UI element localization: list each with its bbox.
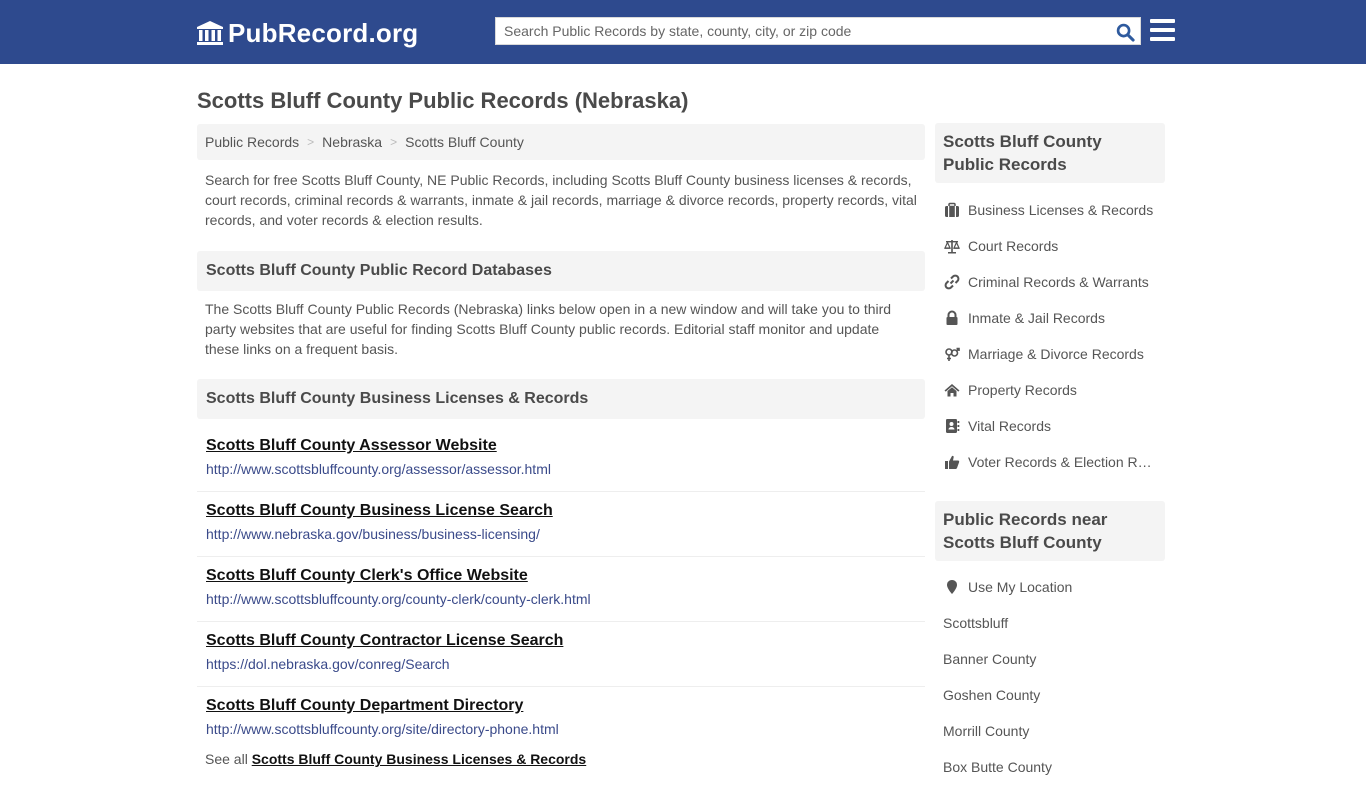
search-button[interactable] (1114, 21, 1136, 43)
breadcrumb-item[interactable]: Nebraska (322, 134, 382, 150)
link-url[interactable]: http://www.scottsbluffcounty.org/site/di… (206, 720, 925, 738)
gender-icon (943, 346, 961, 362)
briefcase-icon (943, 202, 961, 218)
link-item: Scotts Bluff County Contractor License S… (197, 622, 925, 687)
map-marker-icon (943, 579, 961, 595)
sidebar-item-business[interactable]: Business Licenses & Records (943, 192, 1165, 228)
sidebar-item-property[interactable]: Property Records (943, 372, 1165, 408)
sidebar-item-label: Business Licenses & Records (968, 202, 1154, 218)
link-title[interactable]: Scotts Bluff County Department Directory (206, 696, 523, 716)
hamburger-menu-button[interactable] (1150, 19, 1175, 42)
sidebar-item-criminal[interactable]: Criminal Records & Warrants (943, 264, 1165, 300)
sidebar-records-list: Business Licenses & Records Court Record… (943, 192, 1165, 480)
nearby-item[interactable]: Goshen County (943, 677, 1165, 713)
business-heading: Scotts Bluff County Business Licenses & … (197, 379, 925, 419)
address-book-icon (943, 418, 961, 434)
link-item: Scotts Bluff County Business License Sea… (197, 492, 925, 557)
link-url[interactable]: http://www.scottsbluffcounty.org/assesso… (206, 460, 925, 478)
sidebar-item-label: Property Records (968, 382, 1077, 398)
business-link-list: Scotts Bluff County Assessor Website htt… (197, 427, 925, 752)
balance-scale-icon (943, 238, 961, 254)
databases-heading: Scotts Bluff County Public Record Databa… (197, 251, 925, 291)
breadcrumb-separator: > (390, 135, 398, 149)
sidebar-item-vital[interactable]: Vital Records (943, 408, 1165, 444)
see-all-link[interactable]: Scotts Bluff County Business Licenses & … (252, 751, 587, 767)
nearby-item[interactable]: Morrill County (943, 713, 1165, 749)
search-icon (1116, 23, 1135, 42)
logo-text: PubRecord.org (228, 17, 419, 48)
nearby-item[interactable]: Scottsbluff (943, 605, 1165, 641)
sidebar-item-label: Criminal Records & Warrants (968, 274, 1149, 290)
sidebar-item-marriage[interactable]: Marriage & Divorce Records (943, 336, 1165, 372)
link-title[interactable]: Scotts Bluff County Business License Sea… (206, 501, 553, 521)
sidebar-item-label: Court Records (968, 238, 1059, 254)
sidebar-item-label: Inmate & Jail Records (968, 310, 1105, 326)
site-logo[interactable]: PubRecord.org (196, 16, 418, 50)
link-url[interactable]: http://www.scottsbluffcounty.org/county-… (206, 590, 925, 608)
sidebar-item-voter[interactable]: Voter Records & Election Results (943, 444, 1165, 480)
sidebar-item-label: Marriage & Divorce Records (968, 346, 1144, 362)
link-url[interactable]: https://dol.nebraska.gov/conreg/Search (206, 655, 925, 673)
link-title[interactable]: Scotts Bluff County Contractor License S… (206, 631, 563, 651)
search-input[interactable] (496, 18, 1106, 44)
sidebar-nearby-heading: Public Records near Scotts Bluff County (935, 501, 1165, 561)
home-icon (943, 382, 961, 398)
sidebar-item-label: Vital Records (968, 418, 1052, 434)
breadcrumb-separator: > (307, 135, 315, 149)
search-box (495, 17, 1141, 45)
intro-text: Search for free Scotts Bluff County, NE … (205, 172, 917, 228)
link-url[interactable]: http://www.nebraska.gov/business/busines… (206, 525, 925, 543)
page-title: Scotts Bluff County Public Records (Nebr… (197, 88, 689, 113)
use-my-location-label: Use My Location (968, 579, 1073, 595)
top-navigation-bar: PubRecord.org (0, 0, 1366, 64)
lock-icon (943, 310, 961, 326)
breadcrumb-item[interactable]: Public Records (205, 134, 299, 150)
breadcrumb-item-current[interactable]: Scotts Bluff County (405, 134, 524, 150)
nearby-item[interactable]: Box Butte County (943, 749, 1165, 785)
thumbs-up-icon (943, 454, 961, 470)
sidebar-item-court[interactable]: Court Records (943, 228, 1165, 264)
link-icon (943, 274, 961, 290)
link-title[interactable]: Scotts Bluff County Assessor Website (206, 436, 497, 456)
use-my-location-link[interactable]: Use My Location (943, 569, 1165, 605)
sidebar-records-heading: Scotts Bluff County Public Records (935, 123, 1165, 183)
see-all-line: See all Scotts Bluff County Business Lic… (205, 751, 586, 767)
menu-bar (1150, 28, 1175, 32)
link-title[interactable]: Scotts Bluff County Clerk's Office Websi… (206, 566, 528, 586)
courthouse-icon (197, 21, 223, 45)
menu-bar (1150, 19, 1175, 23)
breadcrumb: Public Records > Nebraska > Scotts Bluff… (197, 124, 925, 160)
link-item: Scotts Bluff County Department Directory… (197, 687, 925, 752)
sidebar-item-inmate[interactable]: Inmate & Jail Records (943, 300, 1165, 336)
link-item: Scotts Bluff County Assessor Website htt… (197, 427, 925, 492)
sidebar-nearby-list: Use My Location Scottsbluff Banner Count… (943, 569, 1165, 785)
databases-description: The Scotts Bluff County Public Records (… (205, 301, 892, 357)
see-all-prefix: See all (205, 751, 248, 767)
menu-bar (1150, 37, 1175, 41)
link-item: Scotts Bluff County Clerk's Office Websi… (197, 557, 925, 622)
sidebar-item-label: Voter Records & Election Results (968, 454, 1158, 470)
nearby-item[interactable]: Banner County (943, 641, 1165, 677)
